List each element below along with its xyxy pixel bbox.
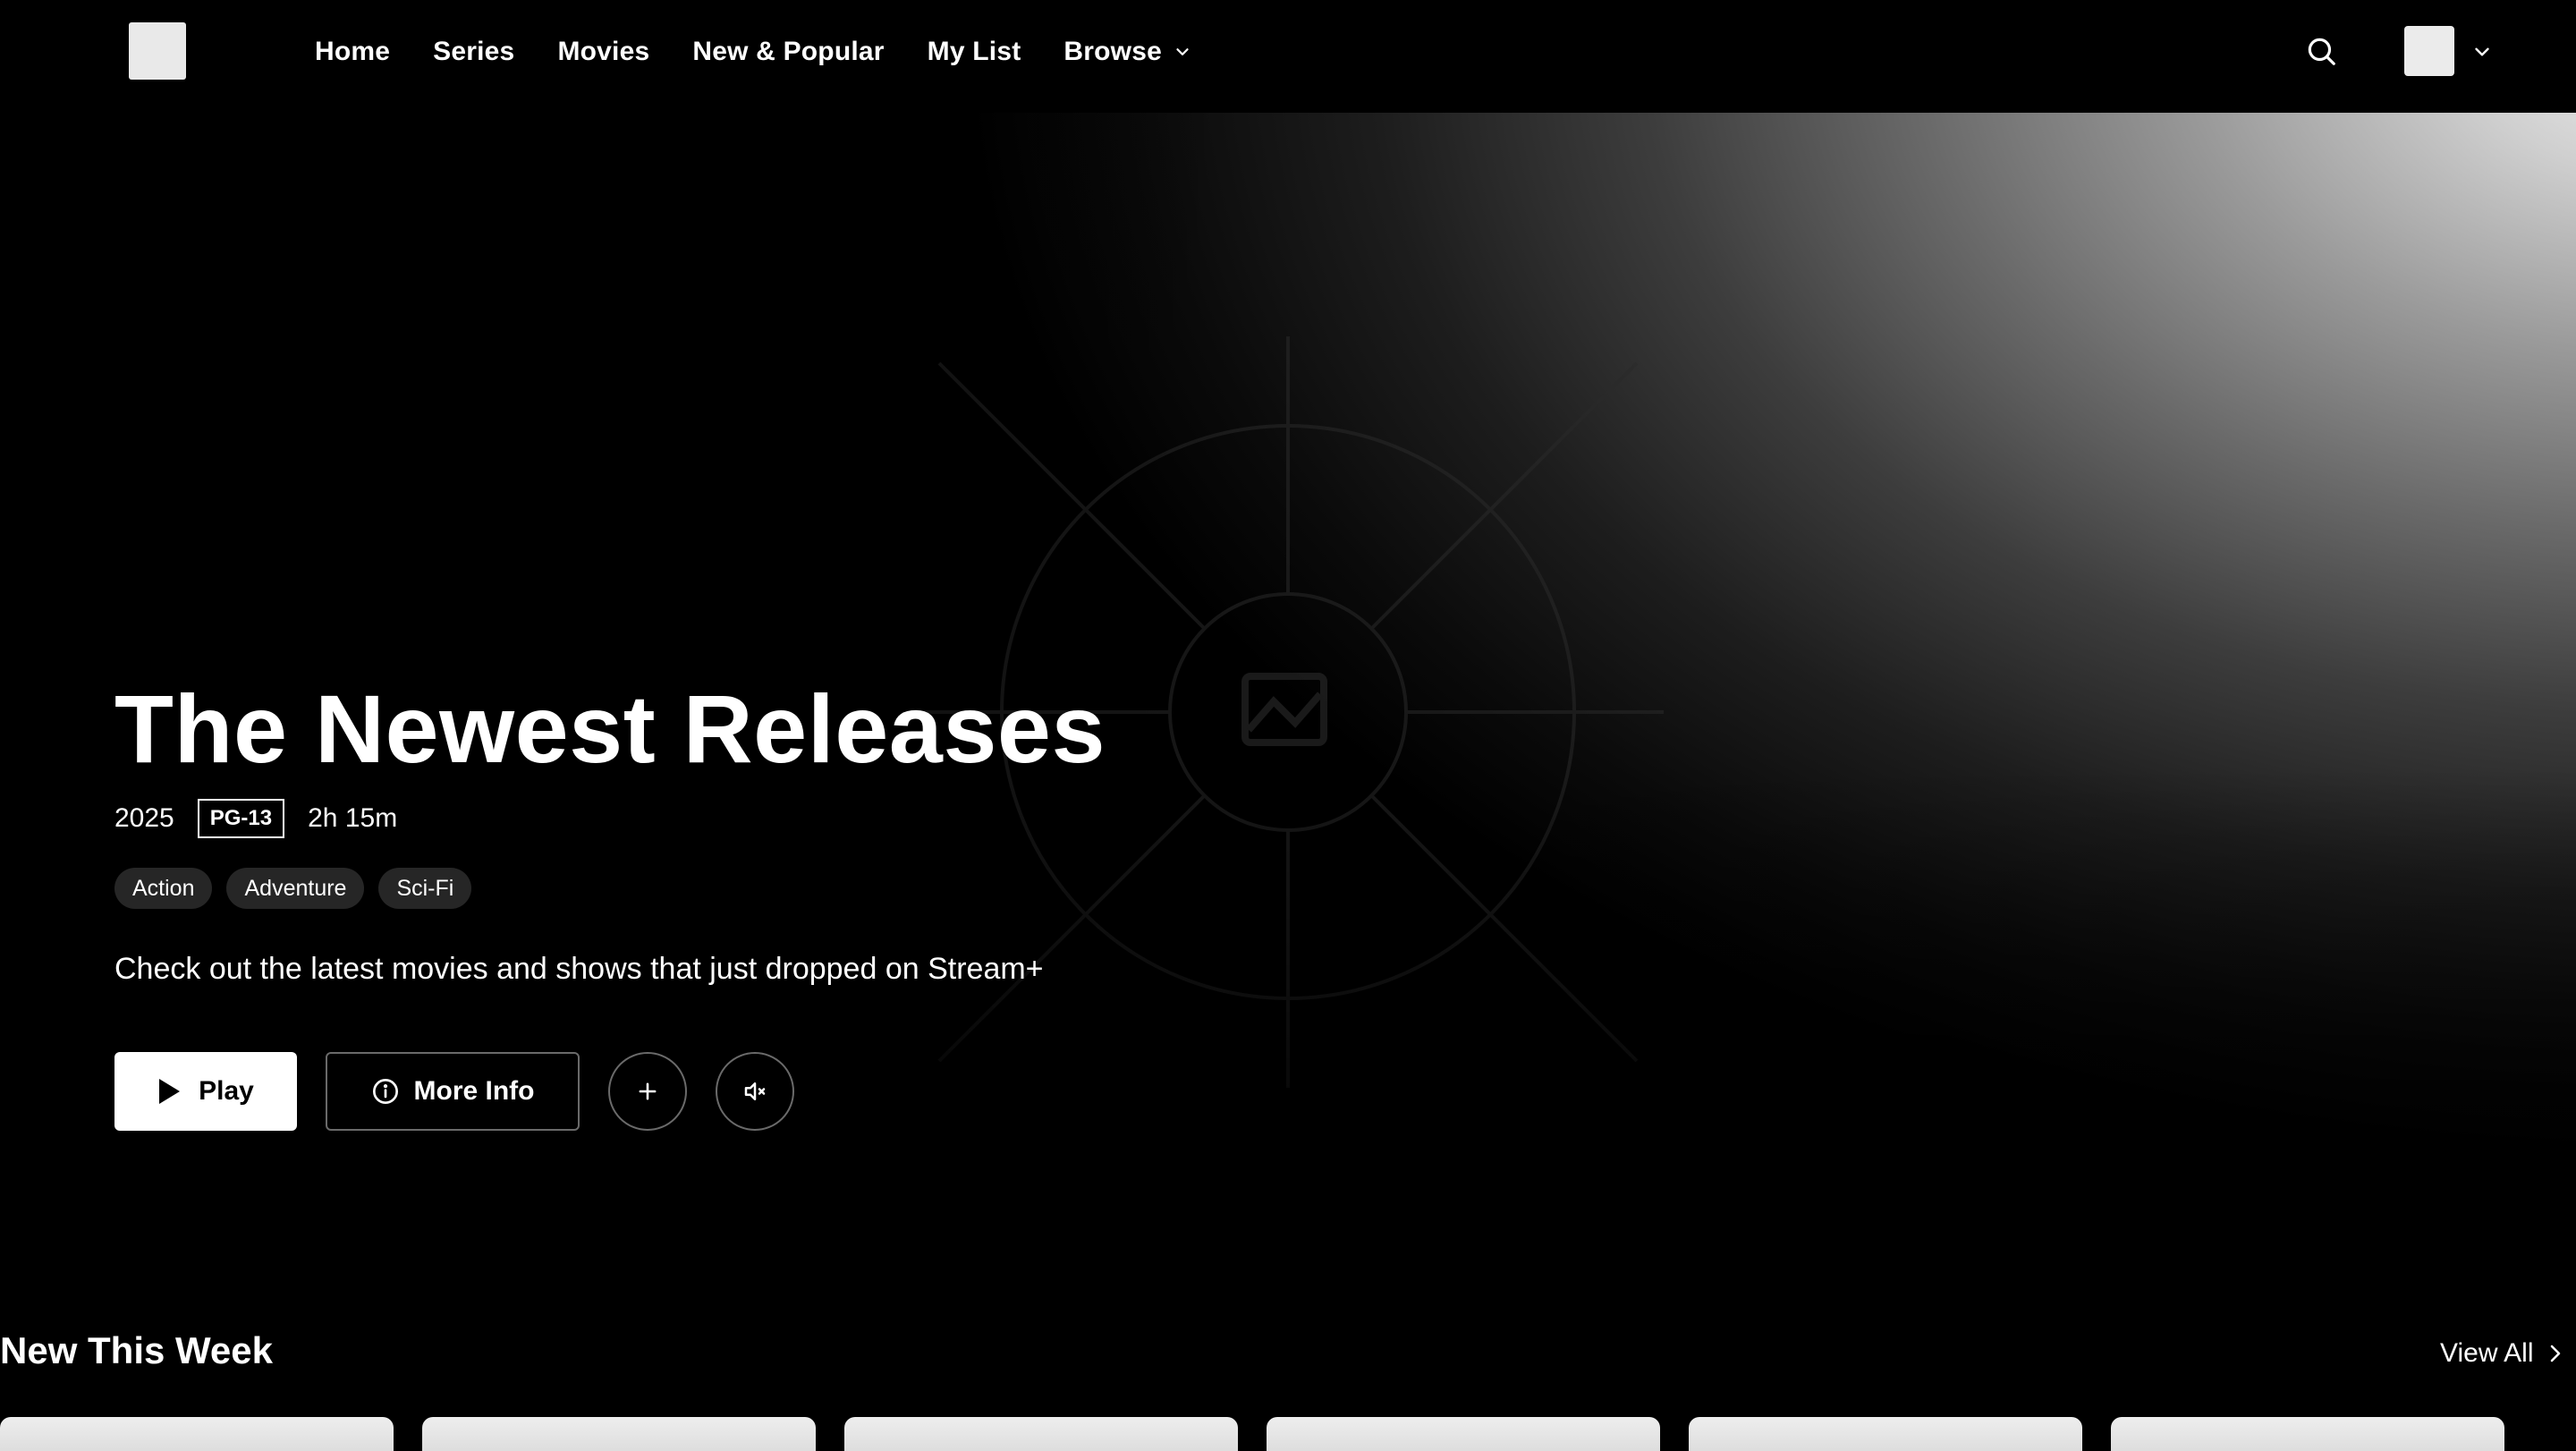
release-year: 2025	[114, 803, 174, 833]
nav-item-browse[interactable]: Browse	[1063, 37, 1192, 67]
play-label: Play	[199, 1076, 254, 1106]
mute-button[interactable]	[716, 1052, 794, 1131]
play-icon	[159, 1079, 181, 1104]
nav-item-home[interactable]: Home	[315, 37, 390, 67]
genre-tag[interactable]: Action	[114, 868, 213, 909]
hero-actions: Play More Info	[114, 1052, 794, 1131]
volume-mute-icon	[744, 1082, 766, 1100]
chevron-down-icon[interactable]	[2470, 40, 2494, 64]
play-button[interactable]: Play	[114, 1052, 297, 1131]
nav-links: Home Series Movies New & Popular My List…	[315, 0, 1192, 104]
nav-item-series[interactable]: Series	[433, 37, 514, 67]
plus-icon	[639, 1082, 657, 1100]
view-all-link[interactable]: View All	[2440, 1338, 2564, 1369]
more-info-label: More Info	[413, 1076, 535, 1106]
title-card[interactable]	[2111, 1417, 2504, 1451]
nav-item-my-list[interactable]: My List	[928, 37, 1021, 67]
hero-description: Check out the latest movies and shows th…	[114, 952, 1044, 986]
nav-item-label: Home	[315, 37, 391, 66]
card-row	[0, 1417, 2504, 1451]
nav-item-new-popular[interactable]: New & Popular	[692, 37, 884, 67]
chevron-right-icon	[2550, 1345, 2560, 1362]
nav-item-label: New & Popular	[692, 37, 885, 66]
genre-tag[interactable]: Adventure	[226, 868, 365, 909]
page: Home Series Movies New & Popular My List…	[0, 0, 2576, 1451]
logo[interactable]	[129, 22, 186, 80]
top-nav: Home Series Movies New & Popular My List…	[0, 0, 2576, 113]
add-to-list-button[interactable]	[608, 1052, 687, 1131]
nav-item-label: Series	[433, 37, 515, 66]
row-title: New This Week	[0, 1329, 273, 1371]
title-card[interactable]	[1267, 1417, 1660, 1451]
nav-item-movies[interactable]: Movies	[557, 37, 649, 67]
title-card[interactable]	[844, 1417, 1238, 1451]
nav-item-label: Browse	[1063, 37, 1162, 66]
nav-item-label: My List	[927, 37, 1021, 66]
more-info-button[interactable]: More Info	[326, 1052, 580, 1131]
search-icon[interactable]	[2304, 34, 2338, 68]
title-card[interactable]	[422, 1417, 816, 1451]
genre-tag[interactable]: Sci-Fi	[378, 868, 472, 909]
view-all-label: View All	[2440, 1338, 2534, 1368]
rating-badge: PG-13	[197, 799, 285, 838]
chevron-down-icon	[1176, 48, 1189, 55]
avatar[interactable]	[2404, 26, 2454, 76]
title-card[interactable]	[0, 1417, 394, 1451]
nav-item-label: Movies	[557, 37, 650, 66]
info-icon	[372, 1079, 398, 1104]
hero-meta: 2025 PG-13 2h 15m	[114, 798, 397, 839]
title-card[interactable]	[1689, 1417, 2082, 1451]
genre-tags: Action Adventure Sci-Fi	[114, 868, 472, 909]
hero-title: The Newest Releases	[114, 675, 1106, 783]
duration: 2h 15m	[308, 803, 398, 833]
